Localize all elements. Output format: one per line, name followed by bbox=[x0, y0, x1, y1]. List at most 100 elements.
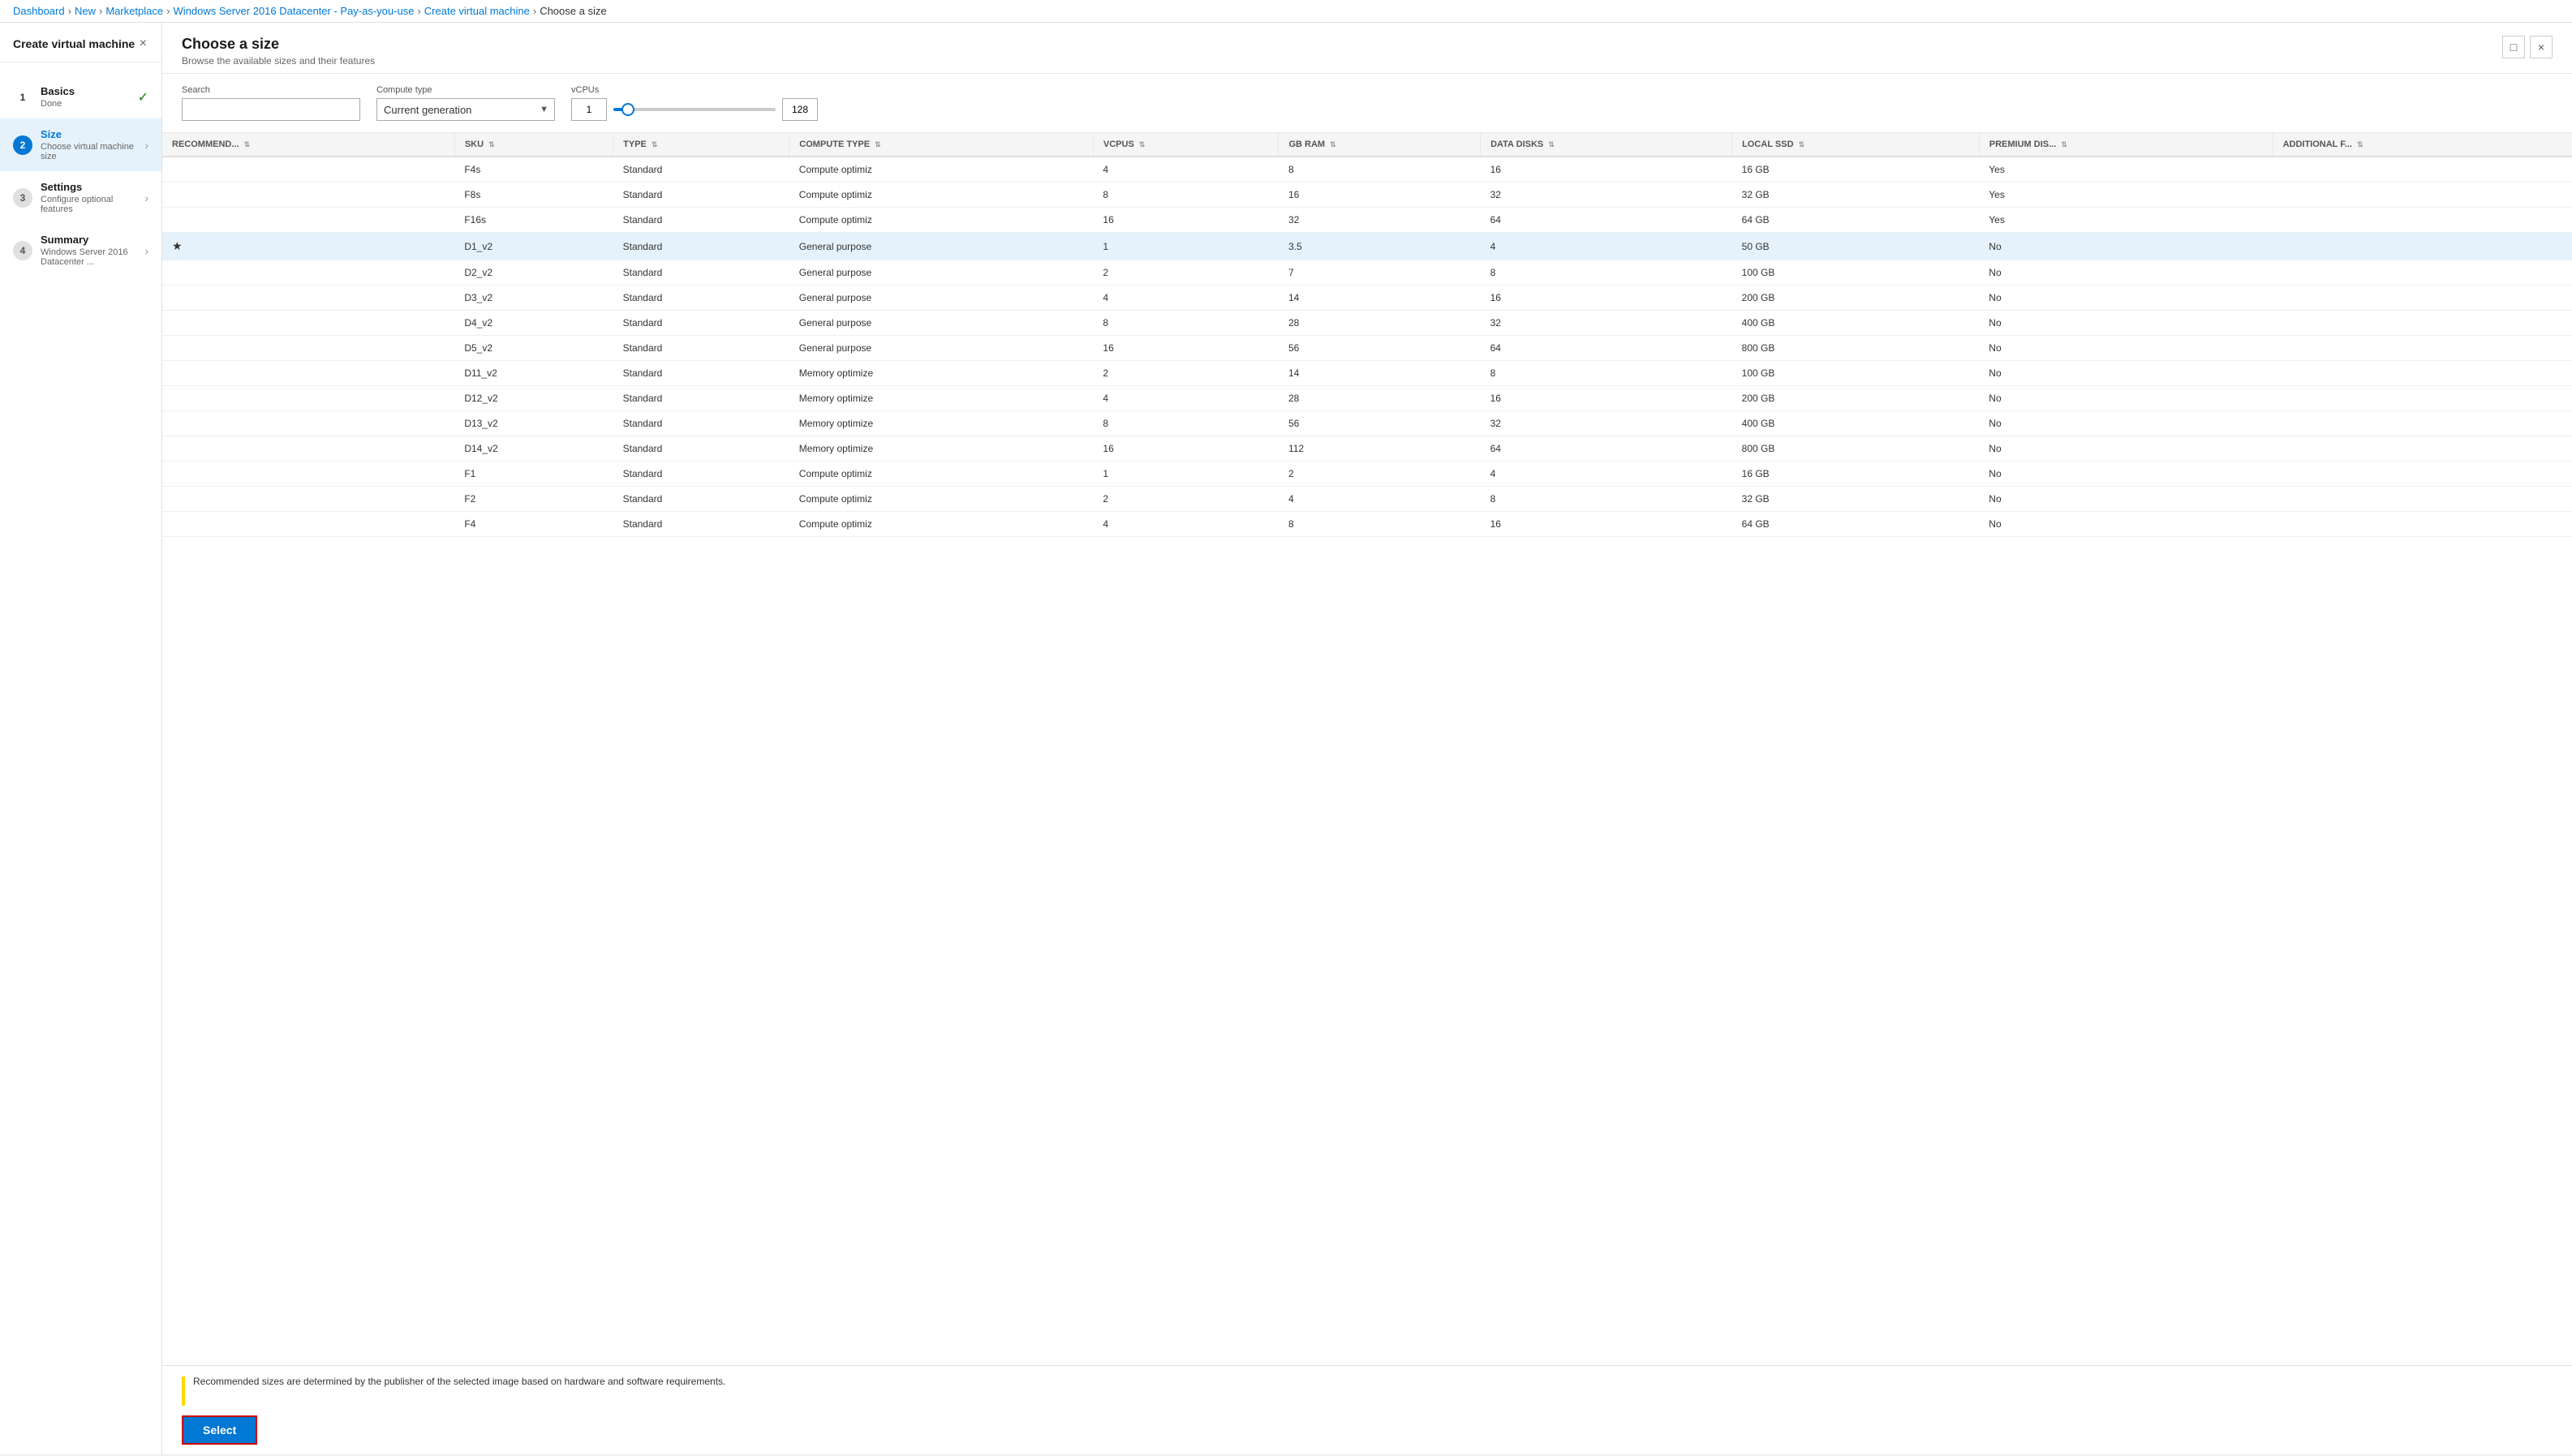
table-cell-type: Standard bbox=[613, 336, 789, 361]
table-cell-type: Standard bbox=[613, 311, 789, 336]
table-cell-premium_dis: No bbox=[1979, 336, 2273, 361]
table-row[interactable]: F16sStandardCompute optimiz16326464 GBYe… bbox=[162, 208, 2572, 233]
table-cell-type: Standard bbox=[613, 462, 789, 487]
table-cell-data_disks: 16 bbox=[1481, 512, 1732, 537]
table-cell-premium_dis: Yes bbox=[1979, 183, 2273, 208]
search-input[interactable] bbox=[182, 98, 360, 121]
table-cell-sku: F16s bbox=[454, 208, 613, 233]
breadcrumb-product[interactable]: Windows Server 2016 Datacenter - Pay-as-… bbox=[173, 5, 414, 17]
step-subtitle-summary: Windows Server 2016 Datacenter ... bbox=[41, 247, 141, 267]
table-cell-premium_dis: Yes bbox=[1979, 208, 2273, 233]
breadcrumb-new[interactable]: New bbox=[75, 5, 96, 17]
step-number-2: 2 bbox=[13, 135, 32, 155]
col-header-additional-f[interactable]: ADDITIONAL F... ⇅ bbox=[2273, 133, 2572, 157]
step-title-size: Size bbox=[41, 128, 141, 140]
table-row[interactable]: F1StandardCompute optimiz12416 GBNo bbox=[162, 462, 2572, 487]
table-row[interactable]: D14_v2StandardMemory optimize1611264800 … bbox=[162, 436, 2572, 462]
table-row[interactable]: D12_v2StandardMemory optimize42816200 GB… bbox=[162, 386, 2572, 411]
table-cell-premium_dis: No bbox=[1979, 436, 2273, 462]
table-cell-type: Standard bbox=[613, 183, 789, 208]
table-cell-premium_dis: No bbox=[1979, 311, 2273, 336]
breadcrumb-marketplace[interactable]: Marketplace bbox=[105, 5, 163, 17]
step-arrow-summary: › bbox=[144, 244, 148, 257]
breadcrumb-create-vm[interactable]: Create virtual machine bbox=[424, 5, 530, 17]
table-cell-recommended bbox=[162, 336, 454, 361]
table-row[interactable]: D13_v2StandardMemory optimize85632400 GB… bbox=[162, 411, 2572, 436]
table-cell-vcpus: 8 bbox=[1093, 183, 1279, 208]
breadcrumb: Dashboard › New › Marketplace › Windows … bbox=[0, 0, 2572, 23]
step-arrow-settings: › bbox=[144, 191, 148, 204]
table-cell-local_ssd: 64 GB bbox=[1732, 208, 1980, 233]
table-cell-recommended bbox=[162, 487, 454, 512]
col-header-data-disks[interactable]: DATA DISKS ⇅ bbox=[1481, 133, 1732, 157]
col-header-premium-dis[interactable]: PREMIUM DIS... ⇅ bbox=[1979, 133, 2273, 157]
table-cell-local_ssd: 100 GB bbox=[1732, 260, 1980, 286]
table-cell-local_ssd: 32 GB bbox=[1732, 487, 1980, 512]
breadcrumb-current: Choose a size bbox=[540, 5, 606, 17]
table-cell-premium_dis: No bbox=[1979, 233, 2273, 260]
compute-type-select[interactable]: All Current generation Previous generati… bbox=[376, 98, 555, 121]
step-item-settings[interactable]: 3 Settings Configure optional features › bbox=[0, 171, 161, 224]
table-cell-compute_type: General purpose bbox=[789, 260, 1094, 286]
table-cell-local_ssd: 100 GB bbox=[1732, 361, 1980, 386]
step-content-4: Summary Windows Server 2016 Datacenter .… bbox=[41, 234, 141, 267]
panel-minimize-button[interactable]: □ bbox=[2502, 36, 2525, 58]
sidebar-close-button[interactable]: × bbox=[138, 36, 148, 52]
col-header-gb-ram[interactable]: GB RAM ⇅ bbox=[1279, 133, 1481, 157]
step-subtitle-size: Choose virtual machine size bbox=[41, 142, 141, 161]
breadcrumb-dashboard[interactable]: Dashboard bbox=[13, 5, 65, 17]
col-header-sku[interactable]: SKU ⇅ bbox=[454, 133, 613, 157]
table-row[interactable]: F4StandardCompute optimiz481664 GBNo bbox=[162, 512, 2572, 537]
table-row[interactable]: D5_v2StandardGeneral purpose165664800 GB… bbox=[162, 336, 2572, 361]
table-cell-sku: D2_v2 bbox=[454, 260, 613, 286]
table-cell-type: Standard bbox=[613, 260, 789, 286]
select-button[interactable]: Select bbox=[182, 1415, 257, 1445]
step-number-1: 1 bbox=[13, 88, 32, 107]
table-cell-additional_f bbox=[2273, 286, 2572, 311]
table-row[interactable]: D4_v2StandardGeneral purpose82832400 GBN… bbox=[162, 311, 2572, 336]
panel-actions: □ × bbox=[2502, 36, 2553, 58]
compute-type-filter-group: Compute type All Current generation Prev… bbox=[376, 85, 555, 121]
table-cell-type: Standard bbox=[613, 233, 789, 260]
footer-note: Recommended sizes are determined by the … bbox=[182, 1376, 2553, 1406]
table-cell-premium_dis: No bbox=[1979, 462, 2273, 487]
table-row[interactable]: D2_v2StandardGeneral purpose278100 GBNo bbox=[162, 260, 2572, 286]
size-table: RECOMMEND... ⇅ SKU ⇅ TYPE ⇅ COMPUTE TYPE… bbox=[162, 133, 2572, 537]
step-number-4: 4 bbox=[13, 241, 32, 260]
table-cell-compute_type: Memory optimize bbox=[789, 361, 1094, 386]
table-cell-gb_ram: 112 bbox=[1279, 436, 1481, 462]
step-item-basics[interactable]: 1 Basics Done ✓ bbox=[0, 75, 161, 118]
vcpu-max-input[interactable] bbox=[782, 98, 818, 121]
table-row[interactable]: F4sStandardCompute optimiz481616 GBYes bbox=[162, 157, 2572, 183]
table-cell-compute_type: General purpose bbox=[789, 233, 1094, 260]
col-header-type[interactable]: TYPE ⇅ bbox=[613, 133, 789, 157]
col-header-compute-type[interactable]: COMPUTE TYPE ⇅ bbox=[789, 133, 1094, 157]
step-item-size[interactable]: 2 Size Choose virtual machine size › bbox=[0, 118, 161, 171]
table-cell-local_ssd: 200 GB bbox=[1732, 286, 1980, 311]
col-header-vcpus[interactable]: VCPUS ⇅ bbox=[1093, 133, 1279, 157]
breadcrumb-sep-5: › bbox=[533, 5, 536, 17]
table-cell-compute_type: General purpose bbox=[789, 336, 1094, 361]
table-row[interactable]: F8sStandardCompute optimiz8163232 GBYes bbox=[162, 183, 2572, 208]
col-header-recommended[interactable]: RECOMMEND... ⇅ bbox=[162, 133, 454, 157]
table-cell-sku: F4s bbox=[454, 157, 613, 183]
table-cell-recommended bbox=[162, 386, 454, 411]
compute-type-label: Compute type bbox=[376, 85, 555, 95]
table-cell-local_ssd: 16 GB bbox=[1732, 462, 1980, 487]
vcpu-range-wrap bbox=[571, 98, 818, 121]
step-item-summary[interactable]: 4 Summary Windows Server 2016 Datacenter… bbox=[0, 224, 161, 277]
table-row[interactable]: ★D1_v2StandardGeneral purpose13.5450 GBN… bbox=[162, 233, 2572, 260]
table-cell-sku: D13_v2 bbox=[454, 411, 613, 436]
vcpu-slider[interactable] bbox=[613, 108, 776, 111]
col-header-local-ssd[interactable]: LOCAL SSD ⇅ bbox=[1732, 133, 1980, 157]
table-row[interactable]: D3_v2StandardGeneral purpose41416200 GBN… bbox=[162, 286, 2572, 311]
table-row[interactable]: F2StandardCompute optimiz24832 GBNo bbox=[162, 487, 2572, 512]
vcpu-min-input[interactable] bbox=[571, 98, 607, 121]
panel-title: Choose a size bbox=[182, 36, 375, 53]
table-cell-gb_ram: 2 bbox=[1279, 462, 1481, 487]
table-cell-additional_f bbox=[2273, 462, 2572, 487]
table-cell-recommended bbox=[162, 361, 454, 386]
panel-close-button[interactable]: × bbox=[2530, 36, 2553, 58]
table-cell-type: Standard bbox=[613, 286, 789, 311]
table-row[interactable]: D11_v2StandardMemory optimize2148100 GBN… bbox=[162, 361, 2572, 386]
